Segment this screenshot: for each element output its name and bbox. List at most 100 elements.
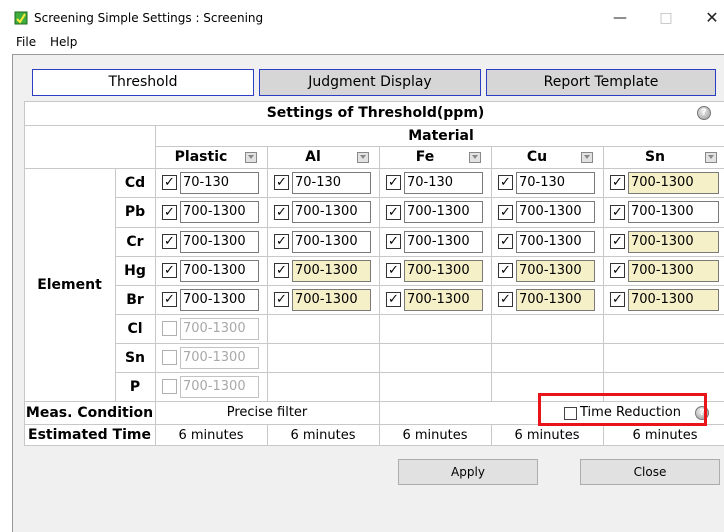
threshold-input[interactable]: 700-1300 [516,288,595,311]
threshold-checkbox[interactable]: ✓ [386,292,401,307]
threshold-input[interactable]: 700-1300 [404,201,483,223]
threshold-checkbox[interactable]: ✓ [498,175,513,190]
filter-icon[interactable] [357,152,369,163]
threshold-checkbox[interactable]: ✓ [610,263,625,278]
grid-line [115,343,724,344]
menu-file[interactable]: File [16,35,36,49]
apply-button[interactable]: Apply [398,459,538,485]
estimated-time-value: 6 minutes [290,427,356,443]
help-icon[interactable]: ? [697,106,711,120]
threshold-input[interactable]: 70-130 [404,171,483,194]
meas-condition-label: Meas. Condition [25,404,154,421]
threshold-input[interactable]: 700-1300 [180,201,259,223]
threshold-checkbox[interactable] [162,379,177,394]
threshold-input[interactable]: 700-1300 [180,375,259,398]
close-button[interactable]: Close [580,459,720,485]
filter-icon[interactable] [705,152,717,163]
grid-line [603,146,604,401]
grid-line [491,146,492,401]
grid-line [155,125,156,446]
threshold-checkbox[interactable]: ✓ [274,234,289,249]
grid-line [115,314,724,315]
threshold-input[interactable]: 700-1300 [180,230,259,253]
grid-line [379,146,380,401]
element-label: Element [37,276,102,293]
threshold-checkbox[interactable]: ✓ [274,175,289,190]
threshold-input[interactable]: 700-1300 [516,201,595,223]
threshold-checkbox[interactable]: ✓ [162,204,177,220]
estimated-time-value: 6 minutes [178,427,244,443]
threshold-checkbox[interactable]: ✓ [162,234,177,249]
menu-help[interactable]: Help [50,35,77,49]
minimize-button[interactable]: — [600,6,640,30]
threshold-input[interactable]: 700-1300 [628,171,719,194]
threshold-input[interactable]: 700-1300 [516,230,595,253]
filter-icon[interactable] [469,152,481,163]
material-plastic: Plastic [174,149,228,165]
threshold-input[interactable]: 700-1300 [292,259,371,282]
grid-line [267,146,268,401]
estimated-time-value: 6 minutes [402,427,468,443]
estimated-time-value: 6 minutes [514,427,580,443]
estimated-time-value: 6 minutes [632,427,698,443]
threshold-input[interactable]: 70-130 [516,171,595,194]
tab-report-template[interactable]: Report Template [486,69,716,96]
maximize-button[interactable]: □ [646,6,686,30]
threshold-checkbox[interactable]: ✓ [274,263,289,278]
threshold-checkbox[interactable]: ✓ [386,204,401,220]
threshold-input[interactable]: 700-1300 [628,230,719,253]
threshold-input[interactable]: 700-1300 [180,259,259,282]
threshold-checkbox[interactable] [162,321,177,336]
threshold-checkbox[interactable]: ✓ [274,204,289,220]
table-title: Settings of Threshold(ppm) [266,105,485,121]
title-bar: Screening Simple Settings : Screening — … [0,0,724,34]
grid-line [115,197,724,198]
grid-line [115,372,724,373]
element-cl: Cl [127,320,143,337]
threshold-input[interactable]: 70-130 [180,171,259,194]
threshold-input[interactable]: 700-1300 [404,230,483,253]
threshold-input[interactable]: 700-1300 [404,259,483,282]
threshold-checkbox[interactable]: ✓ [498,292,513,307]
threshold-input[interactable]: 700-1300 [292,201,371,223]
threshold-checkbox[interactable]: ✓ [162,263,177,278]
filter-icon[interactable] [581,152,593,163]
element-pb: Pb [124,204,146,220]
menu-bar: File Help [0,34,724,54]
threshold-checkbox[interactable]: ✓ [386,234,401,249]
threshold-checkbox[interactable]: ✓ [386,175,401,190]
threshold-checkbox[interactable]: ✓ [498,204,513,220]
threshold-input[interactable]: 700-1300 [292,230,371,253]
threshold-checkbox[interactable]: ✓ [610,204,625,220]
threshold-checkbox[interactable]: ✓ [610,234,625,249]
threshold-input[interactable]: 70-130 [292,171,371,194]
threshold-input[interactable]: 700-1300 [516,259,595,282]
close-window-button[interactable]: ✕ [692,6,724,30]
threshold-checkbox[interactable]: ✓ [162,175,177,190]
grid-line [115,256,724,257]
settings-panel: Threshold Judgment Display Report Templa… [12,54,724,532]
filter-icon[interactable] [245,152,257,163]
threshold-checkbox[interactable]: ✓ [610,175,625,190]
tab-threshold[interactable]: Threshold [32,69,254,96]
threshold-checkbox[interactable]: ✓ [386,263,401,278]
threshold-input[interactable]: 700-1300 [628,259,719,282]
threshold-checkbox[interactable]: ✓ [610,292,625,307]
threshold-input[interactable]: 700-1300 [404,288,483,311]
threshold-checkbox[interactable]: ✓ [498,263,513,278]
threshold-input[interactable]: 700-1300 [180,346,259,369]
threshold-checkbox[interactable]: ✓ [498,234,513,249]
material-sn: Sn [644,149,666,165]
threshold-input[interactable]: 700-1300 [180,317,259,340]
threshold-input[interactable]: 700-1300 [628,201,719,223]
grid-line [115,285,724,286]
element-sn: Sn [124,349,146,366]
threshold-checkbox[interactable] [162,350,177,365]
threshold-checkbox[interactable]: ✓ [162,292,177,307]
element-p: P [129,378,141,395]
threshold-input[interactable]: 700-1300 [292,288,371,311]
threshold-input[interactable]: 700-1300 [180,288,259,311]
tab-judgment-display[interactable]: Judgment Display [259,69,481,96]
threshold-checkbox[interactable]: ✓ [274,292,289,307]
threshold-input[interactable]: 700-1300 [628,288,719,311]
